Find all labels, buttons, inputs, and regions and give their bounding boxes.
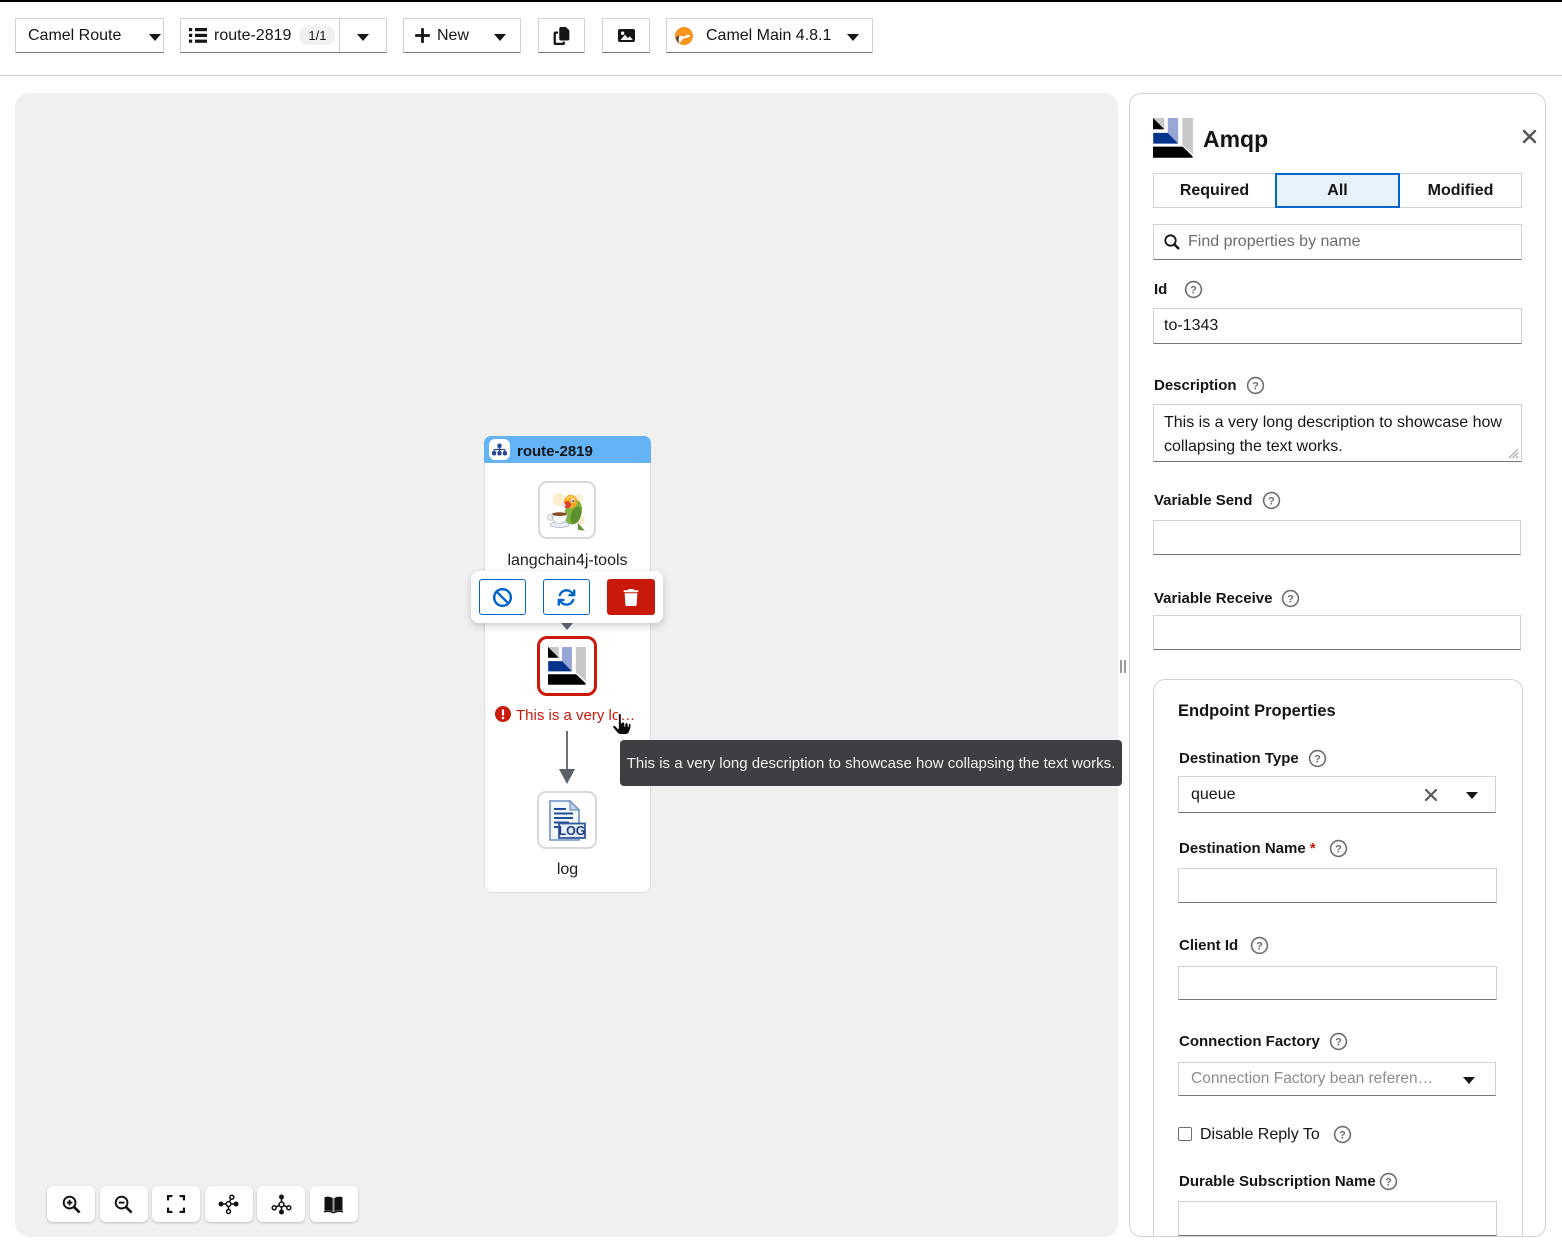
svg-text:?: ?: [1339, 1129, 1346, 1141]
svg-text:?: ?: [1252, 380, 1259, 392]
svg-text:?: ?: [1335, 1036, 1342, 1048]
svg-text:LOG: LOG: [558, 824, 585, 838]
svg-text:?: ?: [1256, 940, 1263, 952]
svg-text:?: ?: [1190, 284, 1197, 296]
svg-text:?: ?: [1335, 843, 1342, 855]
svg-text:?: ?: [1385, 1176, 1392, 1188]
svg-text:?: ?: [1287, 593, 1294, 605]
svg-text:?: ?: [1314, 753, 1321, 765]
svg-text:?: ?: [1268, 495, 1275, 507]
